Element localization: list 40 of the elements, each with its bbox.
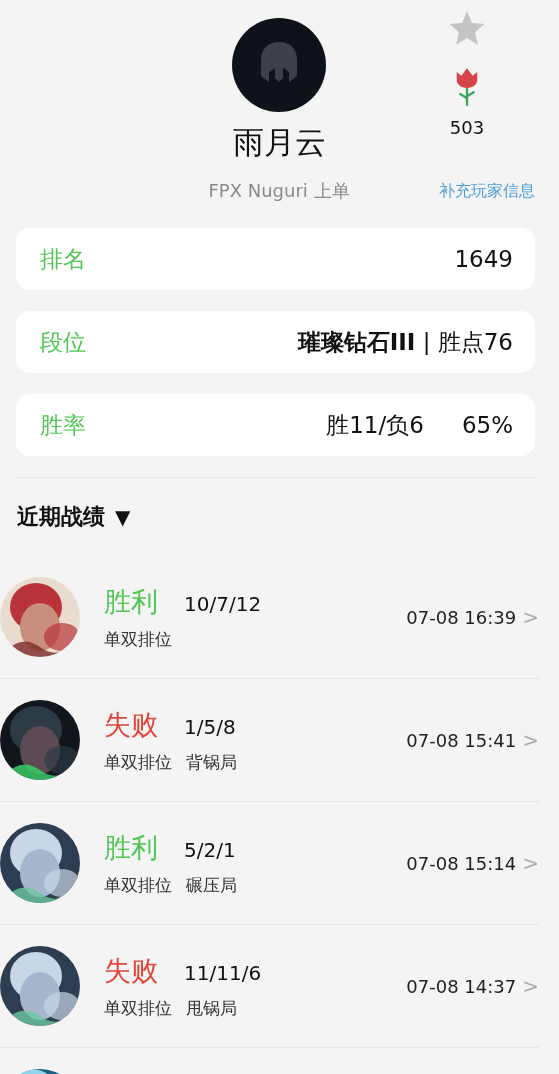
flower-count: 503 bbox=[449, 116, 485, 140]
match-tag: 单双排位 bbox=[104, 627, 172, 651]
match-tag: 单双排位 bbox=[104, 873, 172, 897]
kda-score: 5/2/1 bbox=[184, 837, 236, 862]
match-result: 胜利 bbox=[104, 830, 158, 865]
match-result: 胜利 bbox=[104, 584, 158, 619]
player-team-role: FPX Nuguri 上单 bbox=[208, 179, 350, 203]
section-title: 近期战绩 bbox=[17, 503, 105, 531]
stat-value: 1649 bbox=[454, 246, 513, 272]
match-tag: 单双排位 bbox=[104, 996, 172, 1020]
match-row[interactable]: 胜利 5/2/1 单双排位 碾压局 07-08 15:14 > bbox=[0, 802, 539, 925]
stat-percent: 65% bbox=[461, 412, 513, 438]
match-time: 07-08 14:37 bbox=[406, 975, 517, 997]
kda-score: 10/7/12 bbox=[184, 591, 262, 616]
player-name: 雨月云 bbox=[232, 123, 326, 162]
match-row[interactable]: 失败 1/5/8 单双排位 背锅局 07-08 15:41 > bbox=[0, 679, 539, 802]
stat-label: 段位 bbox=[40, 327, 87, 357]
dropdown-toggle[interactable]: ▼ bbox=[115, 505, 131, 529]
kda-score: 1/5/8 bbox=[184, 714, 236, 739]
match-result: 失败 bbox=[104, 707, 158, 742]
match-time: 07-08 15:14 bbox=[406, 852, 517, 874]
chevron-icon: > bbox=[522, 851, 539, 875]
stat-value: 璀璨钻石III | 胜点76 bbox=[297, 327, 513, 357]
chevron-icon: > bbox=[522, 605, 539, 629]
match-tag: 碾压局 bbox=[186, 873, 237, 897]
stat-value: 胜11/负6 bbox=[326, 410, 424, 440]
stat-label: 胜率 bbox=[40, 410, 87, 440]
match-row[interactable]: 失败 11/11/6 单双排位 甩锅局 07-08 14:37 > bbox=[0, 925, 539, 1048]
match-tag: 甩锅局 bbox=[186, 996, 237, 1020]
match-time: 07-08 16:39 bbox=[406, 606, 517, 628]
stat-label: 排名 bbox=[40, 244, 87, 274]
match-tag: 单双排位 bbox=[104, 750, 172, 774]
match-time: 07-08 15:41 bbox=[406, 729, 517, 751]
helmet-avatar-icon bbox=[232, 18, 326, 112]
match-tag: 背锅局 bbox=[186, 750, 237, 774]
match-result: 失败 bbox=[104, 953, 158, 988]
chevron-icon: > bbox=[522, 974, 539, 998]
chevron-icon: > bbox=[522, 728, 539, 752]
kda-score: 11/11/6 bbox=[184, 960, 262, 985]
match-row[interactable]: 胜利 10/7/12 单双排位 07-08 16:39 > bbox=[0, 556, 539, 679]
